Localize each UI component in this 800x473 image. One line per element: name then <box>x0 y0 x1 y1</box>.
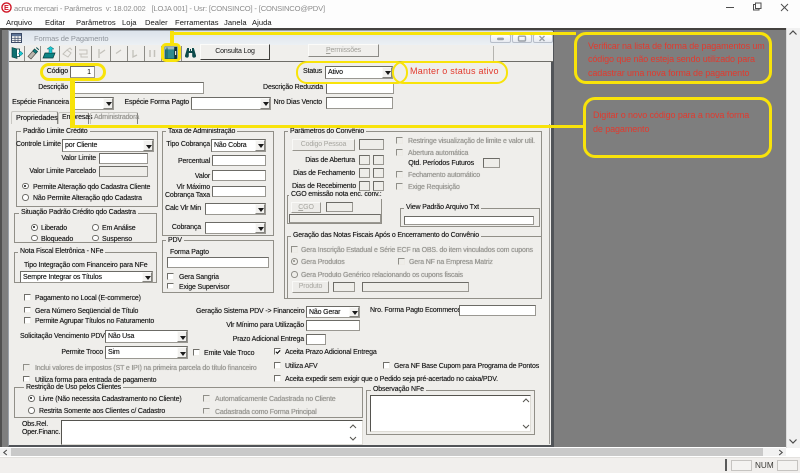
svg-text:E: E <box>4 3 9 12</box>
